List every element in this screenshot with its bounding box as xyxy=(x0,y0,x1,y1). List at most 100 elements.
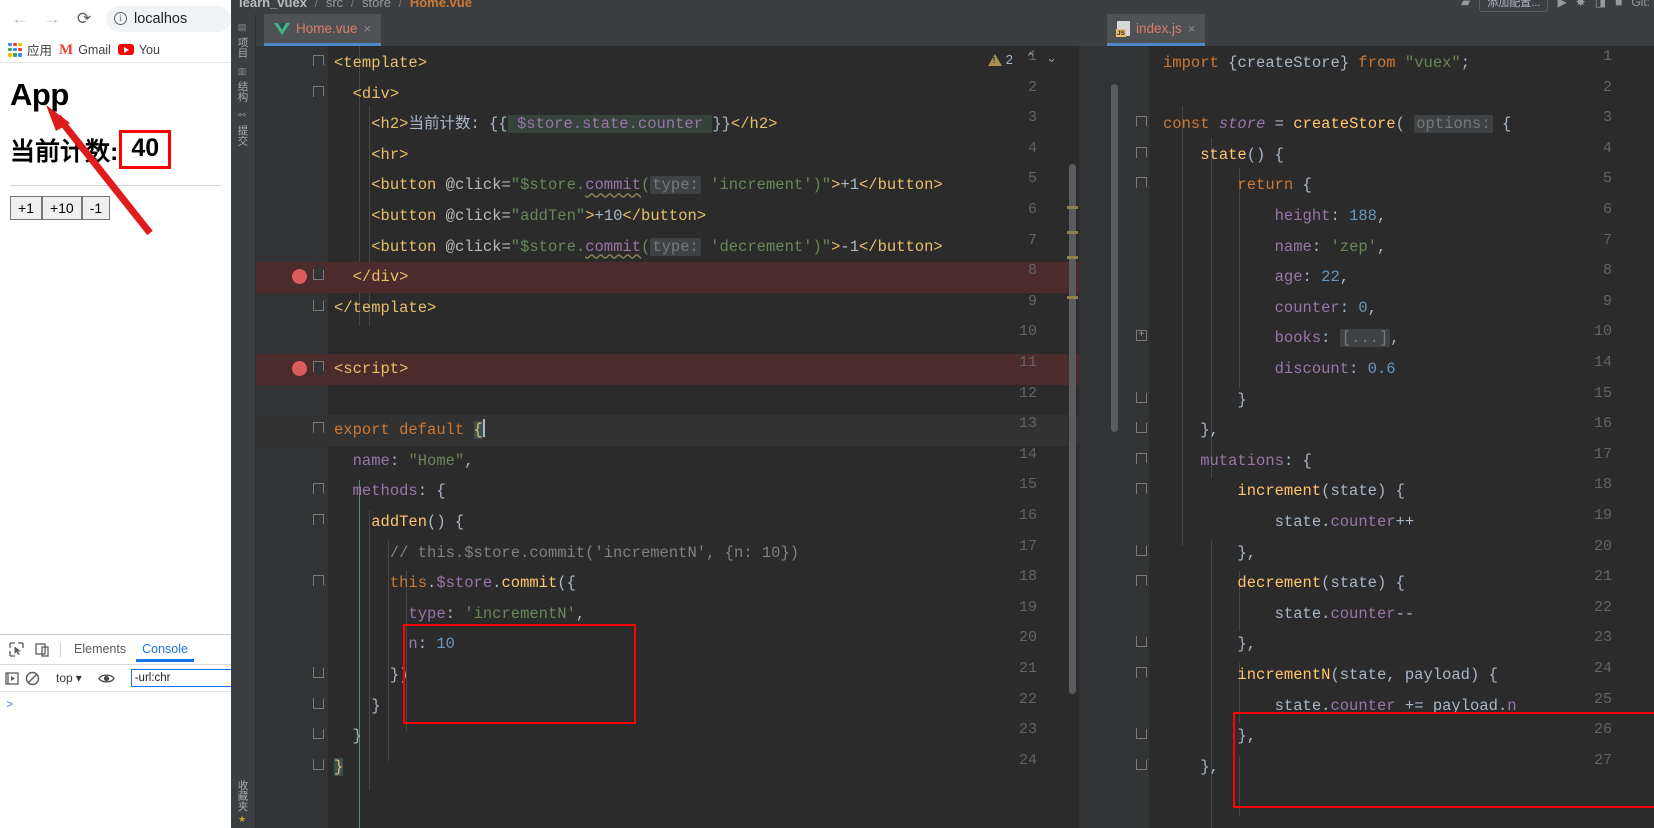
code-fold-toggle[interactable] xyxy=(1136,177,1148,190)
console-output[interactable]: > xyxy=(0,692,231,712)
execute-icon[interactable] xyxy=(5,667,20,689)
code-line[interactable]: 20 n: 10 xyxy=(256,629,1079,660)
code-line[interactable]: 7 <button @click="$store.commit(type: 'd… xyxy=(256,232,1079,263)
code-fold-toggle[interactable] xyxy=(313,728,325,741)
code-fold-toggle[interactable] xyxy=(313,55,325,68)
code-fold-toggle[interactable] xyxy=(1136,544,1148,558)
toolwindow-structure[interactable]: ▥ 结构 xyxy=(236,64,251,105)
code-line[interactable]: 8 age: 22, xyxy=(1079,262,1654,293)
breadcrumb-src[interactable]: src xyxy=(326,0,343,10)
run-icon[interactable]: ▶ xyxy=(1557,0,1566,9)
code-line[interactable]: 19 state.counter++ xyxy=(1079,507,1654,538)
code-line[interactable]: 20 }, xyxy=(1079,538,1654,569)
tab-console[interactable]: Console xyxy=(136,637,194,662)
code-line[interactable]: 4 state() { xyxy=(1079,140,1654,171)
code-line[interactable]: 19 type: 'incrementN', xyxy=(256,599,1079,630)
code-line[interactable]: 9 counter: 0, xyxy=(1079,293,1654,324)
left-code-editor[interactable]: 2 ⌃ ⌄ 1<template>2 <div>3 <h2>当前计数: {{ $… xyxy=(256,46,1079,828)
inspection-warning-badge[interactable]: 2 xyxy=(987,52,1013,67)
code-fold-toggle[interactable] xyxy=(313,758,325,772)
code-line[interactable]: 2 <div> xyxy=(256,79,1079,110)
code-fold-toggle[interactable] xyxy=(313,361,325,374)
left-code-lines[interactable]: 1 <template> 2 <div> 3 <h2>当前计数: {{ $store.… xyxy=(256,46,1079,828)
code-fold-toggle[interactable] xyxy=(1136,116,1148,129)
code-line[interactable]: 10 xyxy=(256,323,1079,354)
module-icon[interactable]: ▰ xyxy=(1461,0,1470,9)
console-filter-input[interactable] xyxy=(130,669,231,687)
address-bar[interactable]: i localhos xyxy=(106,5,231,32)
code-line[interactable]: 10 + books: [...], xyxy=(1079,323,1654,354)
code-fold-toggle[interactable] xyxy=(1136,728,1148,741)
bookmark-gmail[interactable]: M Gmail xyxy=(59,42,111,57)
tab-home-vue[interactable]: Home.vue × xyxy=(264,14,382,46)
code-line[interactable]: 4 <hr> xyxy=(256,140,1079,171)
close-icon[interactable]: × xyxy=(364,21,372,36)
left-editor-scrollbar[interactable] xyxy=(1069,164,1076,694)
right-editor-scrollbar[interactable] xyxy=(1111,84,1118,432)
code-fold-toggle[interactable] xyxy=(1136,146,1148,160)
code-line[interactable]: 8 </div> xyxy=(256,262,1079,293)
code-line[interactable]: 6 height: 188, xyxy=(1079,201,1654,232)
code-line[interactable]: 24} xyxy=(256,752,1079,783)
device-toolbar-icon[interactable] xyxy=(31,639,53,661)
code-line[interactable]: 15 methods: { xyxy=(256,476,1079,507)
code-fold-toggle[interactable] xyxy=(313,514,325,527)
code-fold-toggle[interactable] xyxy=(313,575,325,588)
code-fold-toggle[interactable] xyxy=(1136,422,1148,435)
tab-elements[interactable]: Elements xyxy=(68,637,132,662)
code-line[interactable]: 27 }, xyxy=(1079,752,1654,783)
context-selector[interactable]: top ▾ xyxy=(56,671,82,685)
code-fold-toggle[interactable] xyxy=(1136,575,1148,588)
breakpoint-icon[interactable] xyxy=(292,361,307,376)
chevron-up-icon[interactable]: ⌃ xyxy=(1025,50,1036,66)
code-line[interactable]: 18 increment(state) { xyxy=(1079,476,1654,507)
code-line[interactable]: 23 } xyxy=(256,721,1079,752)
code-line[interactable]: 16 addTen() { xyxy=(256,507,1079,538)
breakpoint-icon[interactable] xyxy=(292,269,307,285)
debug-icon[interactable]: ✸ xyxy=(1576,0,1586,9)
code-line[interactable]: 3 <h2>当前计数: {{ $store.state.counter }}</… xyxy=(256,109,1079,140)
code-line[interactable]: 14 discount: 0.6 xyxy=(1079,354,1654,385)
right-code-editor[interactable]: 1 import {createStore} from "vuex"; 2 3 cons… xyxy=(1079,46,1654,828)
code-fold-toggle[interactable] xyxy=(1136,636,1148,649)
code-fold-toggle[interactable] xyxy=(1136,758,1148,772)
increment-button[interactable]: +1 xyxy=(10,196,42,220)
code-fold-toggle[interactable] xyxy=(313,269,325,282)
code-line[interactable]: 22 state.counter-- xyxy=(1079,599,1654,630)
code-line[interactable]: 12 xyxy=(256,385,1079,416)
clear-console-icon[interactable] xyxy=(25,667,40,689)
coverage-icon[interactable]: ◨ xyxy=(1595,0,1606,9)
run-configuration-selector[interactable]: 添加配置... xyxy=(1479,0,1549,12)
code-fold-toggle[interactable] xyxy=(313,85,325,99)
code-line[interactable]: 5 return { xyxy=(1079,170,1654,201)
code-line[interactable]: 23 }, xyxy=(1079,629,1654,660)
site-info-icon[interactable]: i xyxy=(114,12,127,25)
code-line[interactable]: 11 <script> xyxy=(256,354,1079,385)
code-line[interactable]: 24 incrementN(state, payload) { xyxy=(1079,660,1654,691)
code-line[interactable]: 13 export default { xyxy=(256,415,1079,446)
code-line[interactable]: 3 const store = createStore( options: { xyxy=(1079,109,1654,140)
back-icon[interactable]: ← xyxy=(6,5,34,33)
code-fold-toggle[interactable] xyxy=(1136,391,1148,405)
code-line[interactable]: 1 <template> xyxy=(256,48,1079,79)
code-line[interactable]: 18 this.$store.commit({ xyxy=(256,568,1079,599)
code-line[interactable]: 1 import {createStore} from "vuex"; xyxy=(1079,48,1654,79)
breadcrumb-project[interactable]: learn_vuex xyxy=(239,0,307,10)
code-line[interactable]: 26 }, xyxy=(1079,721,1654,752)
code-line[interactable]: 25 state.counter += payload.n xyxy=(1079,691,1654,722)
chevron-down-icon[interactable]: ⌄ xyxy=(1046,50,1057,66)
code-line[interactable]: 5 <button @click="$store.commit(type: 'i… xyxy=(256,170,1079,201)
toolwindow-commit[interactable]: ⚯ 提交 xyxy=(236,108,251,149)
stop-icon[interactable]: ■ xyxy=(1615,0,1622,9)
code-fold-toggle[interactable] xyxy=(313,667,325,680)
code-fold-toggle[interactable] xyxy=(1136,452,1148,466)
code-line[interactable]: 7 name: 'zep', xyxy=(1079,232,1654,263)
code-fold-toggle[interactable]: + xyxy=(1136,330,1148,343)
code-fold-toggle[interactable] xyxy=(313,483,325,496)
code-fold-toggle[interactable] xyxy=(313,299,325,313)
right-code-lines[interactable]: 1 import {createStore} from "vuex"; 2 3 cons… xyxy=(1079,46,1654,828)
bookmark-youtube[interactable]: You xyxy=(117,43,160,57)
reload-icon[interactable]: ⟳ xyxy=(70,5,98,33)
add-ten-button[interactable]: +10 xyxy=(41,196,82,220)
code-line[interactable]: 6 <button @click="addTen">+10</button> xyxy=(256,201,1079,232)
